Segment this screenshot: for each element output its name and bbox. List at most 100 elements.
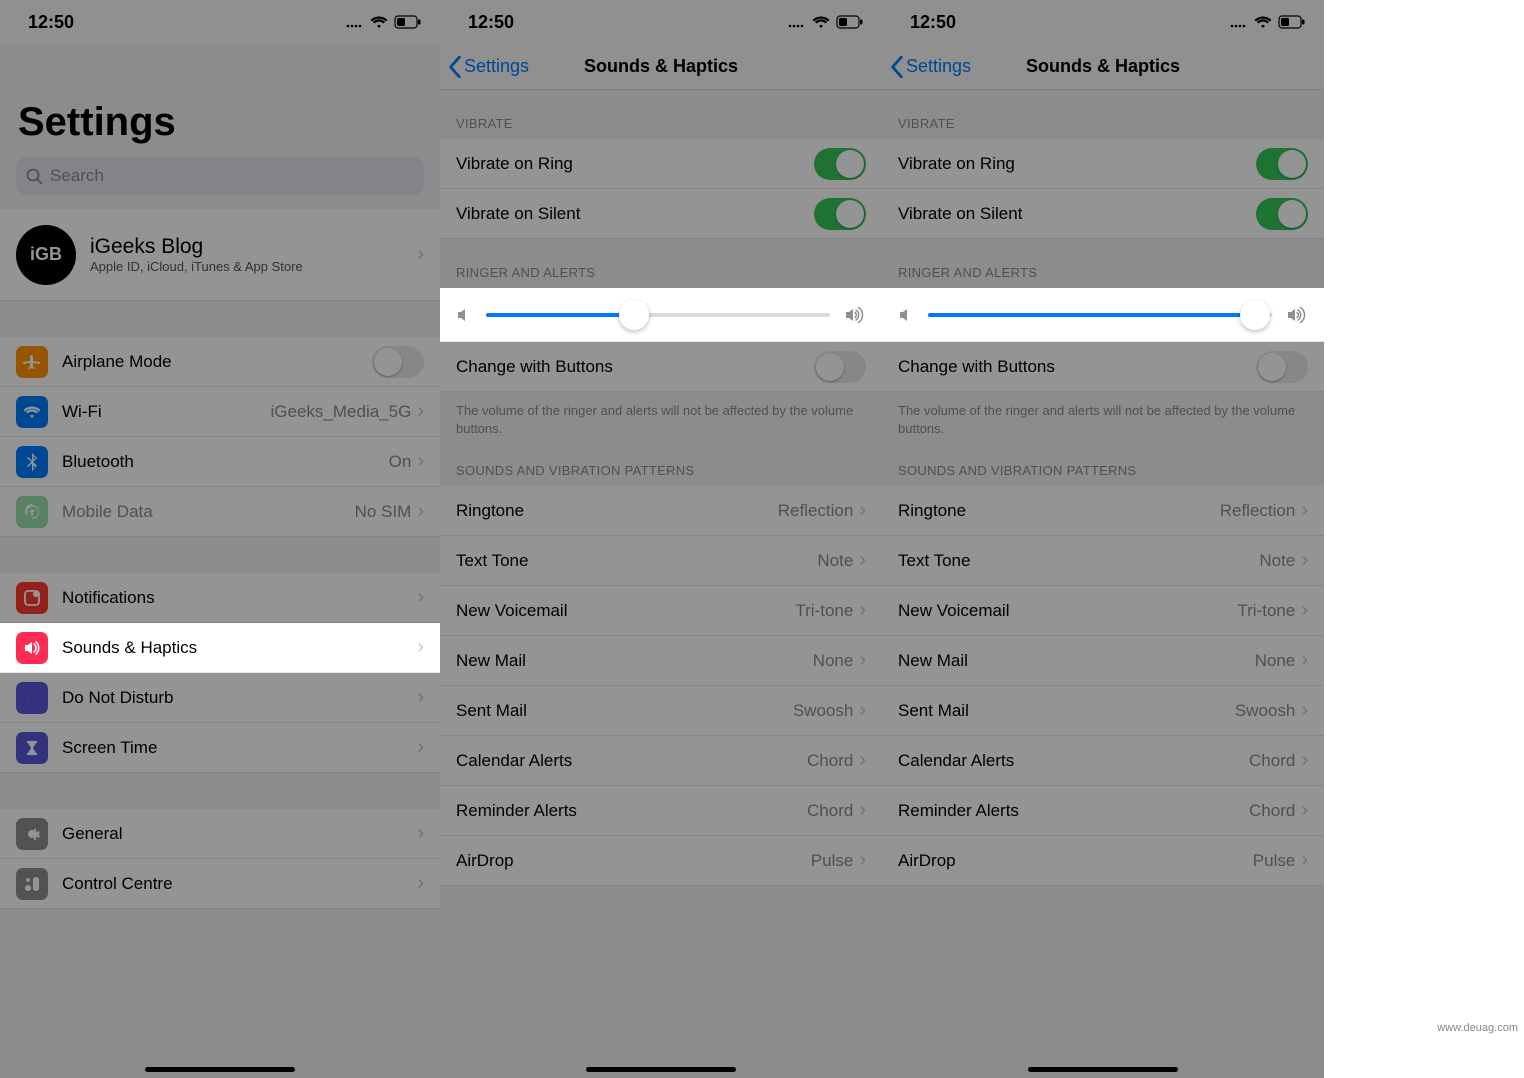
dnd-icon bbox=[16, 682, 48, 714]
status-icons bbox=[1230, 15, 1306, 29]
volume-slider-row[interactable] bbox=[440, 288, 882, 342]
section-vibrate: VIBRATE bbox=[440, 90, 882, 139]
toggle[interactable] bbox=[814, 148, 866, 180]
row-label: Change with Buttons bbox=[898, 357, 1055, 377]
row-label: Airplane Mode bbox=[62, 352, 172, 372]
sound-pattern-row[interactable]: AirDropPulse› bbox=[882, 836, 1324, 886]
toggle[interactable] bbox=[814, 351, 866, 383]
toggle[interactable] bbox=[814, 198, 866, 230]
row-value: Swoosh bbox=[1235, 701, 1301, 721]
chevron-right-icon: › bbox=[1301, 649, 1308, 672]
row-label: Text Tone bbox=[456, 551, 528, 571]
screentime-icon bbox=[16, 732, 48, 764]
chevron-right-icon: › bbox=[417, 243, 424, 266]
toggle[interactable] bbox=[372, 346, 424, 378]
row-label: Wi-Fi bbox=[62, 402, 102, 422]
chevron-right-icon: › bbox=[859, 599, 866, 622]
row-label: Text Tone bbox=[898, 551, 970, 571]
settings-row-controlcentre[interactable]: Control Centre› bbox=[0, 859, 440, 909]
row-label: Reminder Alerts bbox=[456, 801, 577, 821]
sound-pattern-row[interactable]: New VoicemailTri-tone› bbox=[882, 586, 1324, 636]
settings-row-dnd[interactable]: Do Not Disturb› bbox=[0, 673, 440, 723]
wifi-icon bbox=[16, 396, 48, 428]
volume-slider[interactable] bbox=[928, 313, 1272, 317]
sound-pattern-row[interactable]: Calendar AlertsChord› bbox=[440, 736, 882, 786]
sound-pattern-row[interactable]: New MailNone› bbox=[440, 636, 882, 686]
sound-pattern-row[interactable]: New MailNone› bbox=[882, 636, 1324, 686]
row-value: Note bbox=[1259, 551, 1301, 571]
vibrate-on-silent-row[interactable]: Vibrate on Silent bbox=[440, 189, 882, 239]
sound-pattern-row[interactable]: Sent MailSwoosh› bbox=[440, 686, 882, 736]
settings-row-general[interactable]: General› bbox=[0, 809, 440, 859]
chevron-right-icon: › bbox=[1301, 849, 1308, 872]
settings-row-mobiledata[interactable]: Mobile DataNo SIM› bbox=[0, 487, 440, 537]
row-value: iGeeks_Media_5G bbox=[271, 402, 418, 422]
chevron-right-icon: › bbox=[417, 500, 424, 523]
home-indicator[interactable] bbox=[1028, 1067, 1178, 1072]
sound-pattern-row[interactable]: Calendar Alerts Chord› bbox=[882, 736, 1324, 786]
search-input[interactable]: Search bbox=[16, 157, 424, 195]
vibrate-on-silent-row[interactable]: Vibrate on Silent bbox=[882, 189, 1324, 239]
row-value: Pulse bbox=[811, 851, 860, 871]
settings-row-wifi[interactable]: Wi-Fi iGeeks_Media_5G› bbox=[0, 387, 440, 437]
row-value: Reflection bbox=[1220, 501, 1302, 521]
toggle[interactable] bbox=[1256, 148, 1308, 180]
home-indicator[interactable] bbox=[145, 1067, 295, 1072]
nav-title: Sounds & Haptics bbox=[440, 56, 882, 77]
status-time: 12:50 bbox=[28, 12, 74, 33]
change-with-buttons-row[interactable]: Change with Buttons bbox=[440, 342, 882, 392]
row-label: Mobile Data bbox=[62, 502, 153, 522]
section-ringer: RINGER AND ALERTS bbox=[440, 239, 882, 288]
sound-pattern-row[interactable]: RingtoneReflection› bbox=[440, 486, 882, 536]
row-label: Calendar Alerts bbox=[898, 751, 1014, 771]
chevron-right-icon: › bbox=[1301, 499, 1308, 522]
cellular-icon bbox=[346, 16, 364, 28]
slider-thumb[interactable] bbox=[1240, 300, 1270, 330]
row-label: New Voicemail bbox=[456, 601, 568, 621]
row-value: Chord bbox=[807, 801, 859, 821]
row-value: Note bbox=[817, 551, 859, 571]
toggle[interactable] bbox=[1256, 351, 1308, 383]
sound-pattern-row[interactable]: New VoicemailTri-tone› bbox=[440, 586, 882, 636]
sound-pattern-row[interactable]: Reminder AlertsChord› bbox=[440, 786, 882, 836]
sound-pattern-row[interactable]: Reminder AlertsChord› bbox=[882, 786, 1324, 836]
battery-icon bbox=[394, 15, 422, 29]
home-indicator[interactable] bbox=[586, 1067, 736, 1072]
row-label: Sent Mail bbox=[456, 701, 527, 721]
change-with-buttons-row[interactable]: Change with Buttons bbox=[882, 342, 1324, 392]
volume-slider-row[interactable] bbox=[882, 288, 1324, 342]
cellular-icon bbox=[788, 16, 806, 28]
row-value: Chord bbox=[1249, 751, 1301, 771]
section-footer: The volume of the ringer and alerts will… bbox=[440, 392, 882, 437]
settings-row-bluetooth[interactable]: BluetoothOn› bbox=[0, 437, 440, 487]
settings-row-screentime[interactable]: Screen Time › bbox=[0, 723, 440, 773]
controlcentre-icon bbox=[16, 868, 48, 900]
row-label: Screen Time bbox=[62, 738, 157, 758]
toggle[interactable] bbox=[1256, 198, 1308, 230]
sound-pattern-row[interactable]: Text ToneNote› bbox=[882, 536, 1324, 586]
row-value: Chord bbox=[1249, 801, 1301, 821]
chevron-right-icon: › bbox=[417, 400, 424, 423]
sound-pattern-row[interactable]: RingtoneReflection› bbox=[882, 486, 1324, 536]
nav-title: Sounds & Haptics bbox=[882, 56, 1324, 77]
chevron-right-icon: › bbox=[1301, 749, 1308, 772]
section-footer: The volume of the ringer and alerts will… bbox=[882, 392, 1324, 437]
chevron-right-icon: › bbox=[417, 736, 424, 759]
slider-thumb[interactable] bbox=[619, 300, 649, 330]
appleid-row[interactable]: iGB iGeeks Blog Apple ID, iCloud, iTunes… bbox=[0, 209, 440, 301]
sound-pattern-row[interactable]: Sent MailSwoosh› bbox=[882, 686, 1324, 736]
settings-row-sounds[interactable]: Sounds & Haptics› bbox=[0, 623, 440, 673]
sound-pattern-row[interactable]: AirDropPulse› bbox=[440, 836, 882, 886]
volume-slider[interactable] bbox=[486, 313, 830, 317]
sound-pattern-row[interactable]: Text ToneNote› bbox=[440, 536, 882, 586]
row-value: On bbox=[389, 452, 418, 472]
sounds-icon bbox=[16, 632, 48, 664]
screen-settings: 12:50 Settings Search iGB iGeeks Blog Ap… bbox=[0, 0, 440, 1078]
settings-row-airplane[interactable]: Airplane Mode bbox=[0, 337, 440, 387]
status-bar: 12:50 bbox=[882, 0, 1324, 44]
row-label: Notifications bbox=[62, 588, 155, 608]
settings-row-notifications[interactable]: Notifications› bbox=[0, 573, 440, 623]
vibrate-on-ring-row[interactable]: Vibrate on Ring bbox=[440, 139, 882, 189]
row-label: AirDrop bbox=[456, 851, 514, 871]
vibrate-on-ring-row[interactable]: Vibrate on Ring bbox=[882, 139, 1324, 189]
